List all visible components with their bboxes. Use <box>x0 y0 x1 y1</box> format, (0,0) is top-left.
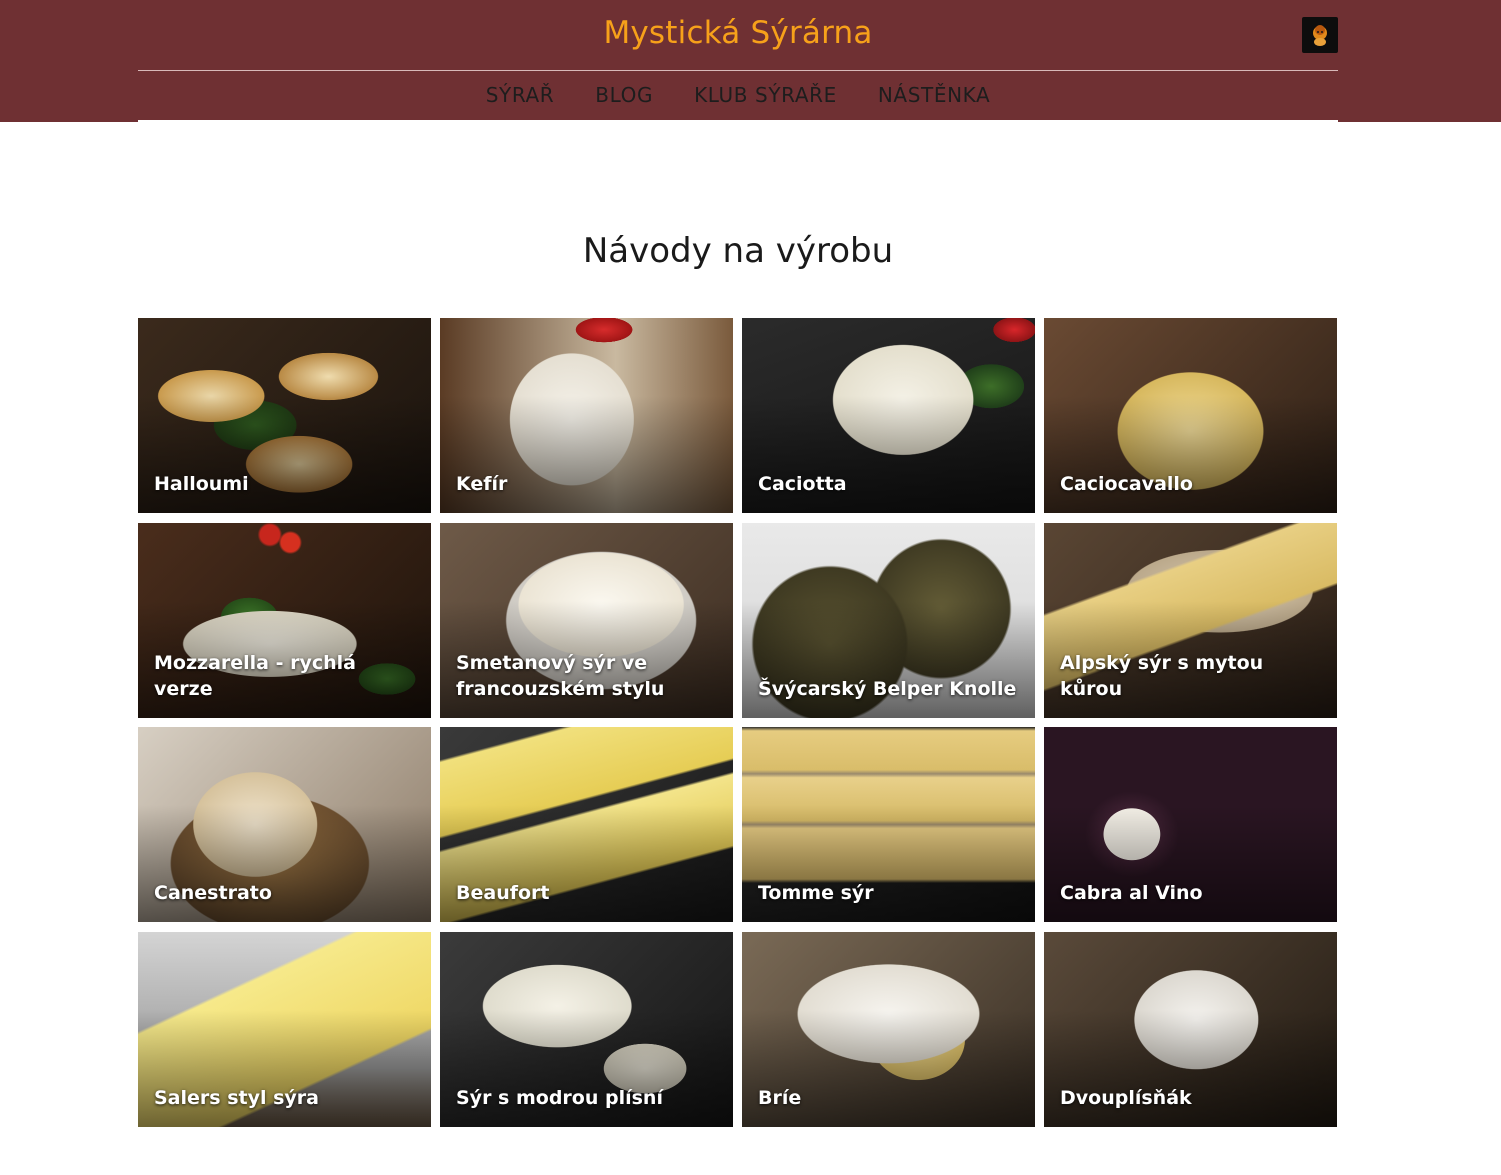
nav-item-klub-syrare[interactable]: KLUB SÝRAŘE <box>694 80 837 110</box>
recipe-card-modra-plisen[interactable]: Sýr s modrou plísní <box>440 931 733 1127</box>
recipe-card-label: Švýcarský Belper Knolle <box>758 677 1017 700</box>
main-nav: SÝRAŘ BLOG KLUB SÝRAŘE NÁSTĚNKA <box>0 80 1476 110</box>
site-title[interactable]: Mystická Sýrárna <box>0 12 1476 54</box>
recipe-card-label: Smetanový sýr ve francouzském stylu <box>456 651 665 700</box>
recipe-card-halloumi[interactable]: Halloumi <box>138 318 431 513</box>
site-header: Mystická Sýrárna SÝRAŘ BLOG KLUB SÝRAŘE … <box>0 0 1501 122</box>
header-divider <box>138 70 1338 71</box>
recipe-card-brie[interactable]: Bríe <box>742 931 1035 1127</box>
recipe-card-salers[interactable]: Salers styl sýra <box>138 931 431 1127</box>
recipe-grid: Halloumi Kefír Caciotta Caciocavallo Moz… <box>138 318 1338 1127</box>
recipe-card-label: Canestrato <box>154 882 272 904</box>
recipe-card-label: Tomme sýr <box>758 882 874 904</box>
recipe-card-tomme[interactable]: Tomme sýr <box>742 727 1035 922</box>
user-avatar[interactable] <box>1302 17 1338 53</box>
recipe-card-label: Caciocavallo <box>1060 473 1193 495</box>
recipe-card-label: Kefír <box>456 473 508 495</box>
recipe-card-caciocavallo[interactable]: Caciocavallo <box>1044 318 1337 513</box>
nav-item-blog[interactable]: BLOG <box>595 80 653 110</box>
recipe-card-cabra-al-vino[interactable]: Cabra al Vino <box>1044 727 1337 922</box>
recipe-card-label: Sýr s modrou plísní <box>456 1086 663 1109</box>
recipe-card-alpsky-syr[interactable]: Alpský sýr s mytou kůrou <box>1044 522 1337 718</box>
recipe-card-label: Mozzarella - rychlá verze <box>154 651 356 700</box>
recipe-card-smetanovy-syr[interactable]: Smetanový sýr ve francouzském stylu <box>440 522 733 718</box>
page-title: Návody na výrobu <box>582 230 894 271</box>
recipe-card-kefir[interactable]: Kefír <box>440 318 733 513</box>
recipe-card-dvouplisnak[interactable]: Dvouplísňák <box>1044 931 1337 1127</box>
recipe-card-label: Caciotta <box>758 473 847 495</box>
recipe-card-mozzarella[interactable]: Mozzarella - rychlá verze <box>138 522 431 718</box>
recipe-card-label: Halloumi <box>154 473 249 495</box>
nav-item-nastenka[interactable]: NÁSTĚNKA <box>878 80 990 110</box>
recipe-card-label: Dvouplísňák <box>1060 1086 1192 1109</box>
recipe-card-caciotta[interactable]: Caciotta <box>742 318 1035 513</box>
nav-item-syrar[interactable]: SÝRAŘ <box>486 80 555 110</box>
recipe-card-label: Salers styl sýra <box>154 1086 319 1109</box>
recipe-card-label: Beaufort <box>456 882 550 904</box>
recipe-card-belper-knolle[interactable]: Švýcarský Belper Knolle <box>742 522 1035 718</box>
recipe-card-label: Cabra al Vino <box>1060 882 1203 904</box>
header-bottom-line <box>138 120 1338 122</box>
recipe-card-label: Alpský sýr s mytou kůrou <box>1060 651 1264 700</box>
recipe-card-beaufort[interactable]: Beaufort <box>440 727 733 922</box>
recipe-card-canestrato[interactable]: Canestrato <box>138 727 431 922</box>
recipe-card-label: Bríe <box>758 1086 802 1109</box>
